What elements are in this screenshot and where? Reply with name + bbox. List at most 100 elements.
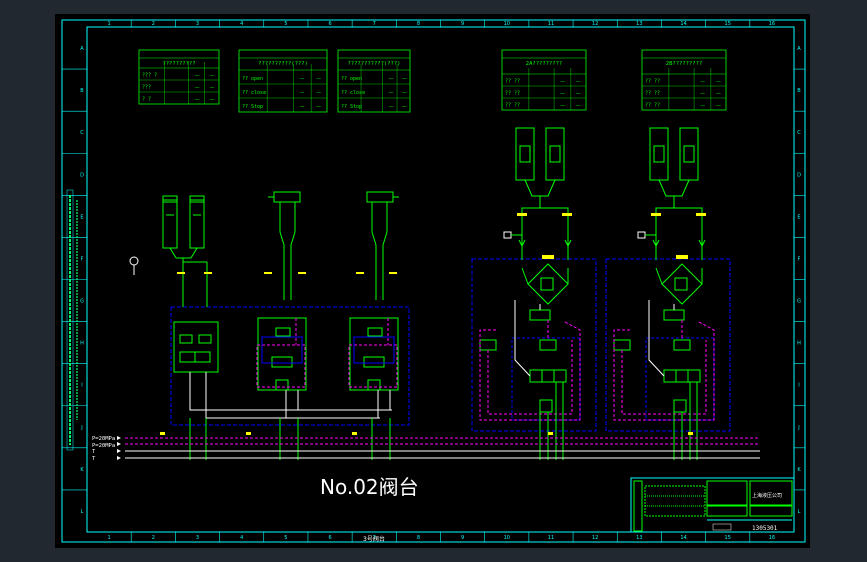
row-marker-right: I — [798, 383, 799, 389]
row-marker-left: G — [80, 299, 84, 305]
bottom-caption: 3号阀台 — [363, 535, 385, 543]
column-marker-bottom: 11 — [548, 535, 554, 541]
row-marker-right: F — [798, 256, 801, 262]
column-marker-top: 16 — [769, 21, 775, 27]
column-marker-bottom: 2 — [152, 535, 155, 541]
column-marker-top: 5 — [284, 21, 287, 27]
title-block-company: 上海液压公司 — [752, 492, 782, 499]
row-marker-left: B — [80, 88, 84, 94]
svg-text:—: — — [389, 104, 394, 110]
column-marker-bottom: 1 — [108, 535, 111, 541]
spec-table-row: ?? close — [242, 90, 266, 96]
column-marker-top: 3 — [196, 21, 199, 27]
row-marker-right: G — [797, 299, 801, 305]
svg-text:—: — — [195, 96, 200, 102]
column-marker-top: 11 — [548, 21, 554, 27]
cad-viewport[interactable]: 1 1 2 2 3 3 4 4 5 5 6 6 7 7 8 8 9 9 10 10 11 11 12 12 13 13 14 14 15… — [0, 0, 867, 562]
spec-table-row: ?? Stop — [242, 104, 263, 110]
spec-table-row: ?? open — [341, 76, 362, 82]
svg-text:—: — — [195, 84, 200, 90]
svg-text:—: — — [300, 90, 305, 96]
svg-text:—: — — [210, 72, 215, 78]
spec-table-row: ?? ?? — [505, 78, 520, 84]
svg-text:—: — — [560, 90, 565, 96]
spec-table-row: ?? ?? — [505, 102, 520, 108]
svg-text:—: — — [560, 78, 565, 84]
svg-text:—: — — [700, 78, 705, 84]
spec-table-row: ??? — [142, 84, 151, 90]
schematic-sheet: 1122334455667788991010111112121313141415… — [55, 14, 810, 548]
row-marker-left: J — [80, 425, 82, 431]
spec-table-row: ?? open — [242, 76, 263, 82]
row-marker-left: C — [80, 130, 84, 136]
title-block-drawing-no: 1305301 — [752, 525, 778, 532]
svg-text:—: — — [316, 90, 321, 96]
spec-table-header: ??????????(???) — [258, 61, 308, 67]
column-marker-bottom: 9 — [461, 535, 464, 541]
svg-text:—: — — [560, 102, 565, 108]
svg-text:—: — — [300, 104, 305, 110]
svg-text:—: — — [389, 76, 394, 82]
spec-table-row: ? ? — [142, 96, 151, 102]
spec-table-header: 2A????????? — [526, 61, 562, 67]
drawing-background — [55, 14, 810, 548]
row-marker-right: J — [797, 425, 799, 431]
spec-table-row: ?? ?? — [645, 90, 660, 96]
column-marker-top: 13 — [636, 21, 642, 27]
svg-text:—: — — [389, 90, 394, 96]
drawing-title: No.02阀台 — [320, 475, 419, 499]
svg-text:—: — — [576, 90, 581, 96]
column-marker-bottom: 8 — [417, 535, 420, 541]
column-marker-bottom: 14 — [680, 535, 686, 541]
row-marker-left: I — [81, 383, 82, 389]
spec-table-row: ?? close — [341, 90, 365, 96]
column-marker-bottom: 3 — [196, 535, 199, 541]
svg-text:—: — — [300, 76, 305, 82]
column-marker-top: 7 — [373, 21, 376, 27]
row-marker-left: H — [80, 341, 84, 347]
column-marker-bottom: 16 — [769, 535, 775, 541]
spec-table-row: ?? ?? — [645, 102, 660, 108]
svg-text:—: — — [402, 76, 407, 82]
row-marker-right: E — [797, 214, 800, 220]
spec-table-header: 2B????????? — [666, 61, 702, 67]
svg-text:—: — — [402, 90, 407, 96]
spec-table-header: ???????????(???) — [348, 61, 401, 67]
svg-text:—: — — [402, 104, 407, 110]
svg-text:—: — — [700, 90, 705, 96]
column-marker-top: 14 — [680, 21, 686, 27]
row-marker-left: L — [81, 509, 84, 515]
svg-text:—: — — [316, 76, 321, 82]
column-marker-top: 12 — [592, 21, 598, 27]
svg-text:—: — — [576, 78, 581, 84]
spec-table-row: ??? ? — [142, 72, 157, 78]
spec-table-header: ?????????? — [162, 61, 195, 67]
svg-text:—: — — [210, 84, 215, 90]
spec-table-row: ?? ?? — [645, 78, 660, 84]
spec-table-row: ?? Stop — [341, 104, 362, 110]
column-marker-top: 1 — [108, 21, 111, 27]
column-marker-bottom: 10 — [504, 535, 510, 541]
column-marker-bottom: 12 — [592, 535, 598, 541]
column-marker-top: 2 — [152, 21, 155, 27]
row-marker-right: C — [797, 130, 801, 136]
column-marker-top: 8 — [417, 21, 420, 27]
row-marker-right: B — [797, 88, 801, 94]
svg-text:—: — — [576, 102, 581, 108]
spec-table-row: ?? ?? — [505, 90, 520, 96]
svg-text:—: — — [210, 96, 215, 102]
row-marker-right: H — [797, 341, 801, 347]
row-marker-right: D — [797, 172, 801, 178]
row-marker-left: A — [80, 46, 84, 52]
row-marker-right: A — [797, 46, 801, 52]
column-marker-top: 4 — [240, 21, 243, 27]
row-marker-left: F — [81, 256, 84, 262]
row-marker-right: L — [798, 509, 801, 515]
row-marker-left: D — [80, 172, 84, 178]
svg-text:—: — — [195, 72, 200, 78]
supply-label-p1: P=20MPa — [92, 436, 115, 442]
svg-text:—: — — [716, 90, 721, 96]
column-marker-bottom: 6 — [328, 535, 331, 541]
svg-text:—: — — [316, 104, 321, 110]
row-marker-left: E — [80, 214, 83, 220]
